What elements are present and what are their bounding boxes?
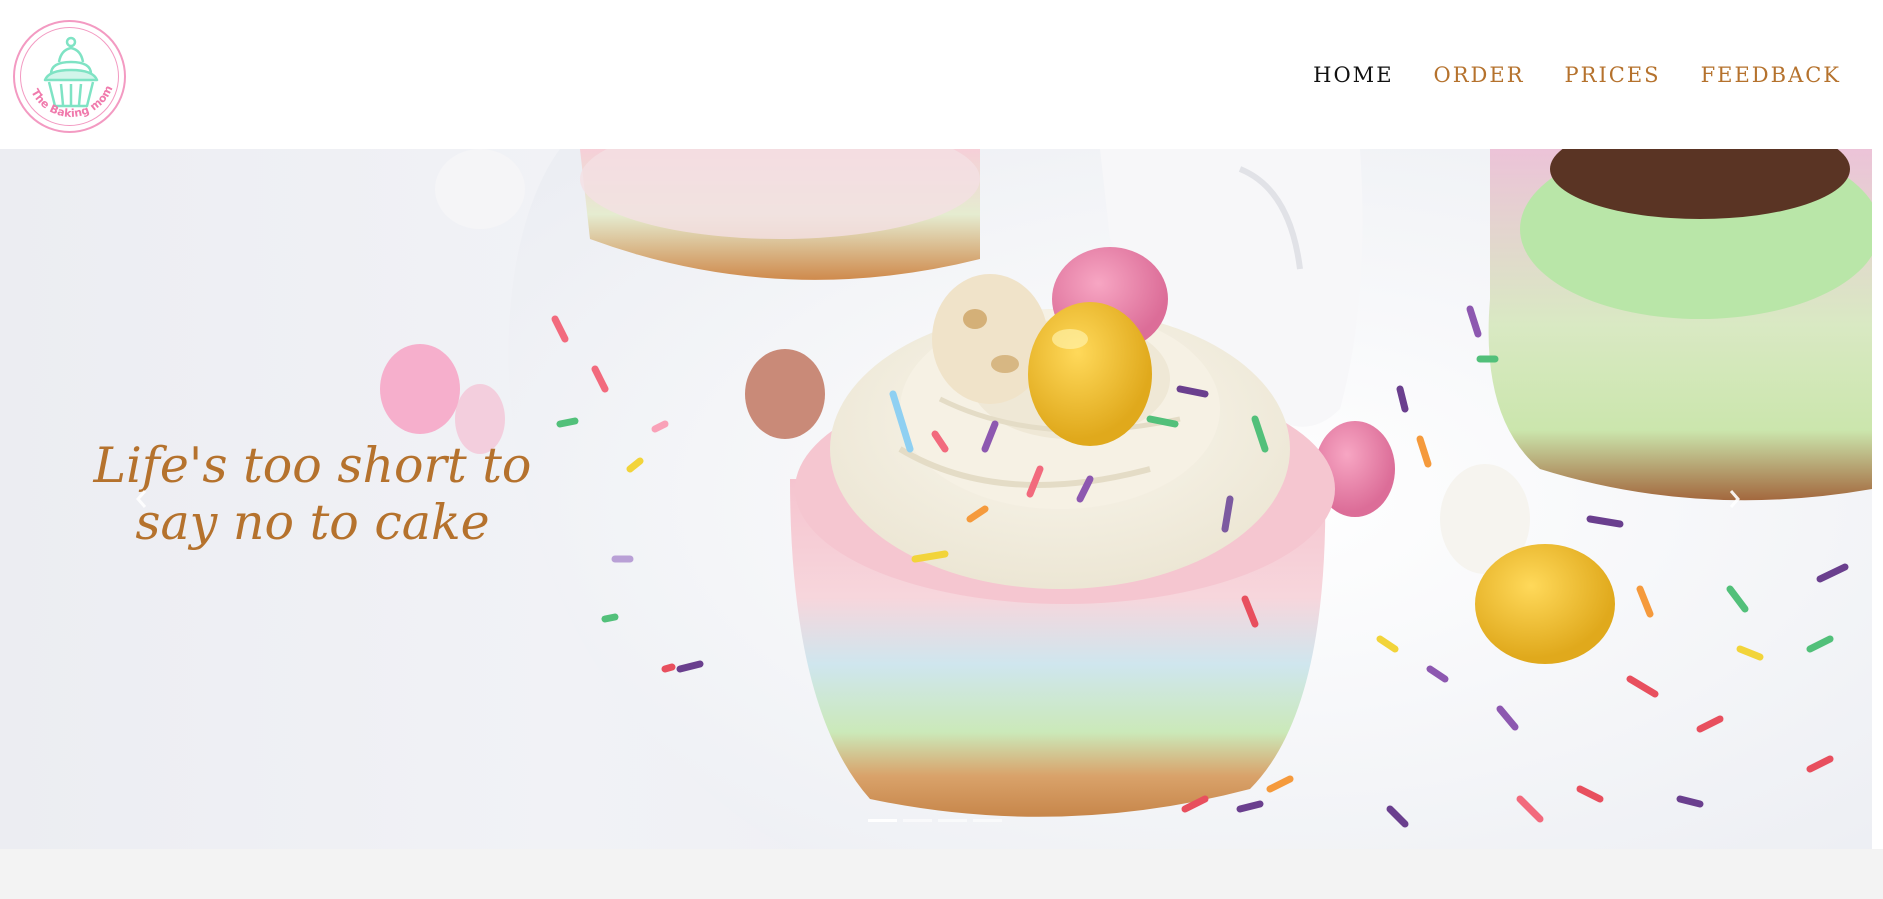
hero-caption-line-1: Life's too short to <box>93 437 532 494</box>
nav-feedback[interactable]: FEEDBACK <box>1701 62 1841 88</box>
hero-carousel: Life's too short to say no to cake <box>0 149 1872 849</box>
carousel-indicators <box>868 819 1002 822</box>
cupcake-icon: The Baking mommy <box>15 22 115 120</box>
site-header: The Baking mommy HOME ORDER PRICES FEEDB… <box>0 0 1883 149</box>
carousel-indicator-3[interactable] <box>938 819 967 822</box>
carousel-next-button[interactable] <box>1720 479 1750 519</box>
carousel-prev-button[interactable] <box>126 479 156 519</box>
nav-order[interactable]: ORDER <box>1434 62 1525 88</box>
main-nav: HOME ORDER PRICES FEEDBACK <box>1313 62 1841 88</box>
chevron-right-icon <box>1729 490 1740 508</box>
carousel-indicator-1[interactable] <box>868 819 897 822</box>
carousel-indicator-4[interactable] <box>973 819 1002 822</box>
chevron-left-icon <box>136 490 147 508</box>
nav-prices[interactable]: PRICES <box>1565 62 1661 88</box>
carousel-indicator-2[interactable] <box>903 819 932 822</box>
nav-home[interactable]: HOME <box>1313 62 1393 88</box>
brand-logo[interactable]: The Baking mommy <box>13 20 126 133</box>
hero-caption-line-2: say no to cake <box>135 494 490 551</box>
page-section-below <box>0 849 1883 899</box>
hero-caption: Life's too short to say no to cake <box>90 437 535 551</box>
page-edge <box>1872 149 1883 849</box>
